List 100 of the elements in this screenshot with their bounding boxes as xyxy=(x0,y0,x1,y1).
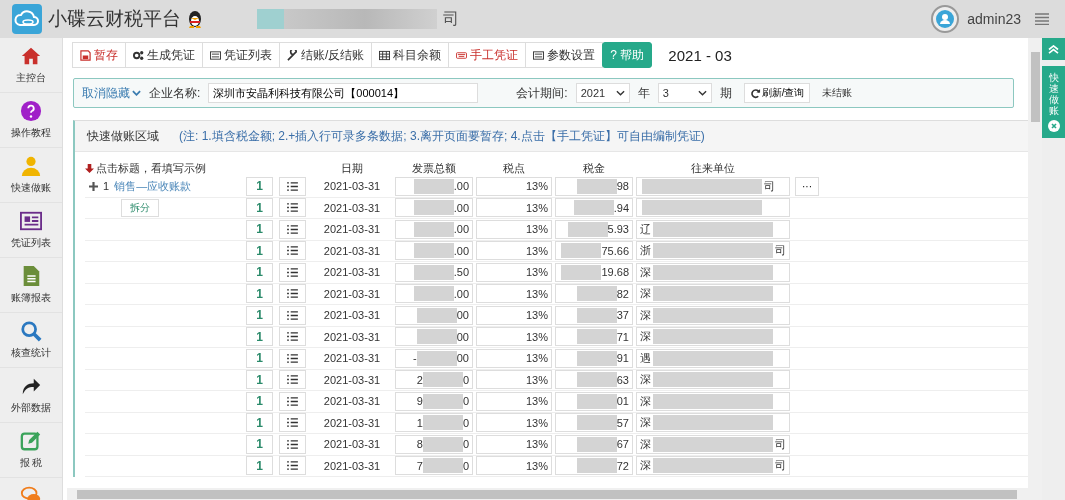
tax-field[interactable]: 82 xyxy=(555,284,633,304)
tax-field[interactable]: 75.66 xyxy=(555,241,633,261)
sidebar-item[interactable]: 核查统计 xyxy=(0,313,62,368)
tax-rate-field[interactable]: 13% xyxy=(476,219,552,239)
count-button[interactable]: 1 xyxy=(246,370,273,390)
tax-field[interactable]: .94 xyxy=(555,198,633,218)
partner-field[interactable]: 浙 司 xyxy=(636,241,790,261)
count-button[interactable]: 1 xyxy=(246,284,273,304)
count-button[interactable]: 1 xyxy=(246,219,273,239)
count-button[interactable]: 1 xyxy=(246,413,273,433)
list-button[interactable] xyxy=(279,413,306,433)
partner-field[interactable]: 司 xyxy=(636,176,790,196)
partner-field[interactable]: 深 xyxy=(636,262,790,282)
tax-field[interactable]: 98 xyxy=(555,176,633,196)
tax-rate-field[interactable]: 13% xyxy=(476,391,552,411)
count-button[interactable]: 1 xyxy=(246,456,273,476)
month-select[interactable]: 3 xyxy=(657,83,712,103)
tax-rate-field[interactable]: 13% xyxy=(476,176,552,196)
amount-field[interactable]: .00 xyxy=(395,176,473,196)
year-select[interactable]: 2021 xyxy=(575,83,630,103)
plus-icon[interactable] xyxy=(89,181,98,191)
sidebar-item[interactable]: 操作教程 xyxy=(0,93,62,148)
tax-field[interactable]: 91 xyxy=(555,348,633,368)
tax-field[interactable]: 67 xyxy=(555,434,633,454)
toolbar-button[interactable]: 结账/反结账 xyxy=(279,42,373,68)
toolbar-button[interactable]: 手工凭证 xyxy=(448,42,527,68)
tax-field[interactable]: 71 xyxy=(555,327,633,347)
example-hint[interactable]: 点击标题，看填写示例 xyxy=(96,160,206,176)
amount-field[interactable]: .00 xyxy=(395,219,473,239)
amount-field[interactable]: - 00 xyxy=(395,348,473,368)
count-button[interactable]: 1 xyxy=(246,262,273,282)
scroll-top-button[interactable] xyxy=(1042,38,1065,60)
amount-field[interactable]: .00 xyxy=(395,198,473,218)
tax-rate-field[interactable]: 13% xyxy=(476,241,552,261)
toolbar-button[interactable]: 暂存 xyxy=(72,42,126,68)
list-button[interactable] xyxy=(279,241,306,261)
more-button[interactable]: ··· xyxy=(795,176,819,196)
list-button[interactable] xyxy=(279,262,306,282)
partner-field[interactable]: 深 xyxy=(636,391,790,411)
list-button[interactable] xyxy=(279,456,306,476)
vertical-scrollbar[interactable] xyxy=(1028,38,1042,500)
column-header[interactable]: 税金 xyxy=(555,160,633,176)
toolbar-button[interactable]: 生成凭证 xyxy=(125,42,203,68)
partner-field[interactable]: 遇 xyxy=(636,348,790,368)
tax-rate-field[interactable]: 13% xyxy=(476,370,552,390)
toolbar-button[interactable]: 参数设置 xyxy=(525,42,604,68)
list-button[interactable] xyxy=(279,391,306,411)
count-button[interactable]: 1 xyxy=(246,176,273,196)
column-header[interactable]: 发票总额 xyxy=(395,160,473,176)
amount-field[interactable]: 7 0 xyxy=(395,456,473,476)
tax-rate-field[interactable]: 13% xyxy=(476,262,552,282)
account-link[interactable]: 销售—应收账款 xyxy=(114,178,192,194)
toolbar-button[interactable]: 科目余额 xyxy=(371,42,450,68)
column-header[interactable]: 往来单位 xyxy=(636,160,790,176)
amount-field[interactable]: 2 0 xyxy=(395,370,473,390)
list-button[interactable] xyxy=(279,284,306,304)
company-field[interactable]: 深圳市安晶利科技有限公司【000014】 xyxy=(208,83,479,103)
count-button[interactable]: 1 xyxy=(246,198,273,218)
partner-field[interactable]: 深 xyxy=(636,413,790,433)
partner-field[interactable]: 深 xyxy=(636,370,790,390)
column-header[interactable]: 日期 xyxy=(312,160,392,176)
list-button[interactable] xyxy=(279,198,306,218)
tax-rate-field[interactable]: 13% xyxy=(476,284,552,304)
toolbar-button[interactable]: 凭证列表 xyxy=(202,42,280,68)
tax-field[interactable]: 19.68 xyxy=(555,262,633,282)
horizontal-scrollbar[interactable] xyxy=(67,488,1028,500)
list-button[interactable] xyxy=(279,370,306,390)
partner-field[interactable]: 深 司 xyxy=(636,434,790,454)
list-button[interactable] xyxy=(279,434,306,454)
tax-field[interactable]: 72 xyxy=(555,456,633,476)
amount-field[interactable]: 1 0 xyxy=(395,413,473,433)
sidebar-item[interactable]: 报 税 xyxy=(0,423,62,478)
partner-field[interactable]: 深 xyxy=(636,327,790,347)
count-button[interactable]: 1 xyxy=(246,391,273,411)
partner-field[interactable] xyxy=(636,198,790,218)
amount-field[interactable]: 00 xyxy=(395,327,473,347)
close-icon[interactable] xyxy=(1047,120,1060,132)
count-button[interactable]: 1 xyxy=(246,348,273,368)
tax-rate-field[interactable]: 13% xyxy=(476,348,552,368)
tax-rate-field[interactable]: 13% xyxy=(476,413,552,433)
menu-icon[interactable] xyxy=(1035,13,1049,25)
sidebar-item[interactable]: 账簿报表 xyxy=(0,258,62,313)
count-button[interactable]: 1 xyxy=(246,241,273,261)
sidebar-item[interactable]: 凭证列表 xyxy=(0,203,62,258)
list-button[interactable] xyxy=(279,327,306,347)
amount-field[interactable]: 9 0 xyxy=(395,391,473,411)
partner-field[interactable]: 辽 xyxy=(636,219,790,239)
tax-rate-field[interactable]: 13% xyxy=(476,434,552,454)
tax-rate-field[interactable]: 13% xyxy=(476,327,552,347)
count-button[interactable]: 1 xyxy=(246,305,273,325)
sidebar-item[interactable]: 快速做账 xyxy=(0,148,62,203)
penguin-icon[interactable] xyxy=(187,10,203,28)
list-button[interactable] xyxy=(279,219,306,239)
sidebar-item[interactable]: 外部数据 xyxy=(0,368,62,423)
sidebar-item[interactable]: 主控台 xyxy=(0,38,62,93)
count-button[interactable]: 1 xyxy=(246,434,273,454)
column-header[interactable]: 税点 xyxy=(476,160,552,176)
amount-field[interactable]: 00 xyxy=(395,305,473,325)
amount-field[interactable]: .00 xyxy=(395,284,473,304)
partner-field[interactable]: 深 xyxy=(636,305,790,325)
